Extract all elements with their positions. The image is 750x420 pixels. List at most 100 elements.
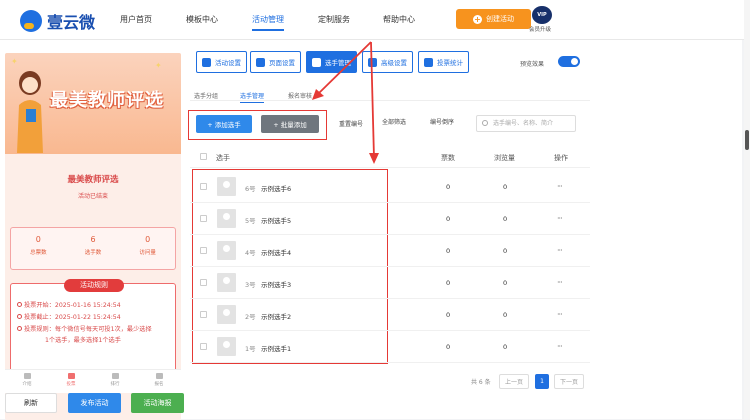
activity-poster-button[interactable]: 活动海报 — [131, 393, 184, 413]
nav-custom-service[interactable]: 定制服务 — [318, 14, 350, 25]
nav-help-center[interactable]: 帮助中心 — [383, 14, 415, 25]
header-divider — [190, 167, 590, 168]
stat-value: 0 — [35, 235, 41, 244]
tool-label: 高级设置 — [381, 59, 407, 67]
nav-user-home[interactable]: 用户首页 — [120, 14, 152, 25]
pagination-total: 共 6 条 — [471, 379, 491, 386]
contestant-name: 示例选手5 — [261, 217, 292, 225]
more-actions-icon[interactable]: ··· — [557, 342, 563, 351]
gear-icon — [202, 57, 211, 67]
sort-number-dropdown[interactable]: 编号倒序 — [430, 117, 454, 126]
preview-tab-ranking[interactable]: 排行 — [93, 370, 137, 393]
preview-activity-title: 最美教师评选 — [67, 175, 119, 185]
more-actions-icon[interactable]: ··· — [557, 214, 563, 223]
more-actions-icon[interactable]: ··· — [557, 278, 563, 287]
nav-template-center[interactable]: 模板中心 — [186, 14, 218, 25]
ranking-icon — [111, 373, 119, 379]
clock-icon — [17, 302, 22, 307]
subtab-contestant-management[interactable]: 选手管理 — [240, 91, 265, 103]
create-activity-button[interactable]: + 创建活动 — [456, 9, 531, 29]
create-activity-label: 创建活动 — [486, 15, 514, 23]
subtab-contestant-groups[interactable]: 选手分组 — [194, 91, 218, 100]
banner-title: 最美教师评选 — [50, 90, 164, 111]
select-all-checkbox[interactable] — [200, 153, 207, 160]
page-scrollbar[interactable] — [744, 0, 750, 419]
gear-icon — [256, 57, 265, 67]
preview-stats: 0 总票数 6 选手数 0 访问量 — [10, 227, 176, 270]
refresh-button[interactable]: 刷新 — [5, 393, 57, 413]
contestant-views: 0 — [503, 279, 508, 287]
tab-label: 投票 — [66, 382, 76, 387]
contestant-avatar — [217, 241, 236, 260]
clock-icon — [17, 314, 22, 319]
row-divider — [190, 330, 590, 331]
preview-toggle[interactable] — [558, 56, 580, 67]
row-checkbox[interactable] — [200, 215, 207, 222]
preview-tab-signup[interactable]: 报名 — [137, 370, 181, 393]
more-actions-icon[interactable]: ··· — [557, 246, 563, 255]
contestant-avatar — [217, 273, 236, 292]
page-1-button[interactable]: 1 — [535, 374, 549, 389]
page-scrollbar-thumb[interactable] — [745, 130, 749, 150]
teacher-illustration — [17, 71, 43, 153]
page-settings-button[interactable]: 页面设置 — [250, 51, 301, 73]
row-checkbox[interactable] — [200, 279, 207, 286]
publish-activity-button[interactable]: 发布活动 — [68, 393, 121, 413]
tool-label: 投票统计 — [437, 59, 463, 67]
stat-visits: 0 访问量 — [120, 228, 175, 269]
add-contestant-button[interactable]: + 添加选手 — [196, 115, 252, 133]
stat-value: 6 — [90, 235, 96, 244]
row-divider — [190, 266, 590, 267]
contestant-avatar — [217, 337, 236, 356]
contestant-votes: 0 — [446, 215, 451, 223]
contestant-views: 0 — [503, 247, 508, 255]
tool-label: 活动设置 — [215, 59, 241, 67]
main-content: 活动设置 页面设置 选手管理 高级设置 投票统计 预览效果 选手分组 选手管理 … — [186, 40, 742, 419]
vip-upgrade-label[interactable]: 会员升级 — [529, 25, 551, 33]
next-page-button[interactable]: 下一页 — [554, 374, 584, 389]
column-header-contestant: 选手 — [216, 154, 230, 162]
preview-activity-status: 活动已结束 — [77, 193, 108, 200]
column-header-views: 浏览量 — [494, 154, 515, 162]
tab-label: 报名 — [154, 382, 164, 387]
logo-icon — [20, 10, 42, 32]
tool-label: 页面设置 — [269, 59, 295, 67]
contestant-avatar — [217, 177, 236, 196]
contestant-views: 0 — [503, 183, 508, 191]
contestant-name: 示例选手2 — [261, 313, 292, 321]
row-checkbox[interactable] — [200, 247, 207, 254]
row-divider — [190, 298, 590, 299]
star-icon: ✦ — [155, 61, 162, 70]
preview-tab-intro[interactable]: 介绍 — [5, 370, 49, 393]
search-input[interactable]: 选手编号、名称、简介 — [476, 115, 576, 132]
preview-tab-vote[interactable]: 投票 — [49, 370, 93, 393]
row-checkbox[interactable] — [200, 343, 207, 350]
signup-icon — [155, 373, 163, 379]
filter-all-dropdown[interactable]: 全部筛选 — [382, 117, 406, 126]
activity-settings-button[interactable]: 活动设置 — [196, 51, 247, 73]
logo[interactable]: 壹云微 — [20, 9, 95, 33]
rule-text: 投票截止：2025-01-22 15:24:54 — [24, 314, 121, 321]
contestant-votes: 0 — [446, 183, 451, 191]
contestant-votes: 0 — [446, 279, 451, 287]
stat-contestants: 6 选手数 — [66, 228, 121, 269]
more-actions-icon[interactable]: ··· — [557, 310, 563, 319]
contestant-number: 4号 — [245, 249, 256, 257]
row-checkbox[interactable] — [200, 311, 207, 318]
contestant-views: 0 — [503, 311, 508, 319]
vip-icon[interactable]: VIP — [532, 6, 552, 24]
row-checkbox[interactable] — [200, 183, 207, 190]
contestant-number: 6号 — [245, 185, 256, 193]
stat-label: 访问量 — [139, 250, 156, 256]
contestant-number: 3号 — [245, 281, 256, 289]
more-actions-icon[interactable]: ··· — [557, 182, 563, 191]
prev-page-button[interactable]: 上一页 — [499, 374, 529, 389]
contestant-number: 1号 — [245, 345, 256, 353]
nav-activity-management[interactable]: 活动管理 — [252, 14, 284, 31]
logo-text: 壹云微 — [47, 13, 96, 32]
phone-preview: ✦ ✦ 最美教师评选 最美教师评选 活动已结束 0 总票数 6 选手数 0 访问… — [5, 53, 181, 420]
vote-statistics-button[interactable]: 投票统计 — [418, 51, 469, 73]
contestant-avatar — [217, 209, 236, 228]
preview-banner: ✦ ✦ 最美教师评选 — [5, 53, 181, 154]
rule-text: 投票规则：每个微信号每天可投1次，最少选择 — [24, 326, 152, 333]
